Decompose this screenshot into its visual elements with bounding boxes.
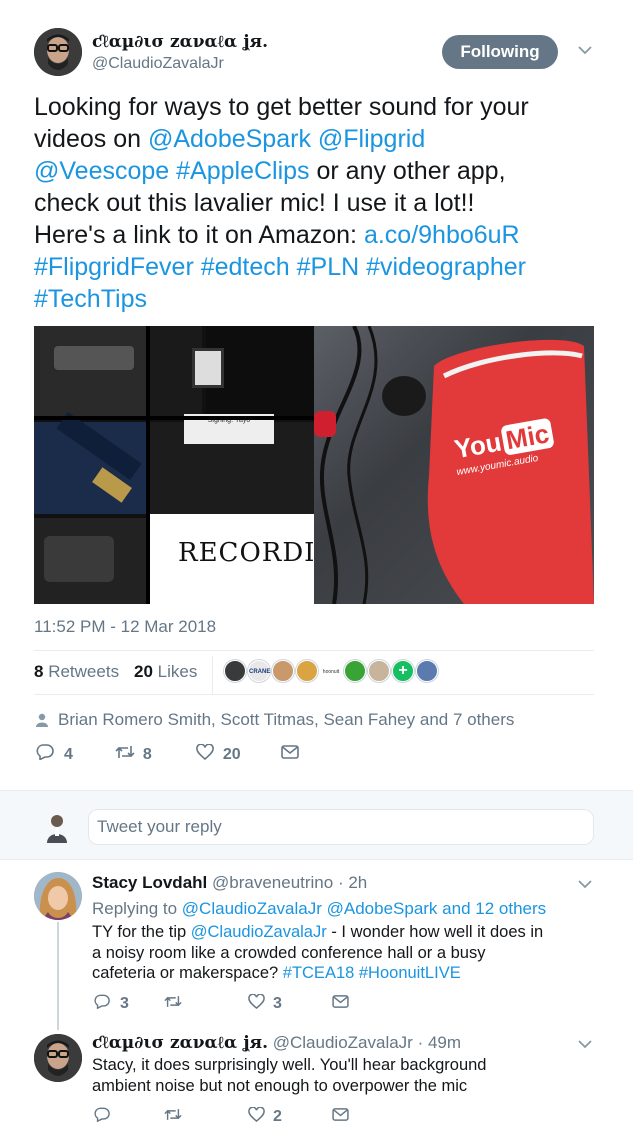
reply-time[interactable]: · 49m bbox=[418, 1033, 461, 1052]
reply-action[interactable]: 4 bbox=[36, 744, 73, 765]
following-button[interactable]: Following bbox=[442, 35, 558, 69]
liker-avatar[interactable]: hoonuit bbox=[320, 660, 342, 682]
hashtag-link[interactable]: #TechTips bbox=[34, 285, 147, 313]
divider bbox=[34, 694, 594, 695]
author-handle[interactable]: @ClaudioZavalaJr bbox=[92, 55, 224, 73]
reply-line: Stacy, it does surprisingly well. You'll… bbox=[92, 1056, 487, 1074]
tweet-line: videos on @AdobeSpark @Flipgrid bbox=[34, 125, 426, 153]
reply-avatar[interactable] bbox=[34, 872, 82, 920]
reply-author-name[interactable]: ƈℓαµ∂ισ zαναℓα ʝя. bbox=[92, 1033, 268, 1053]
reply-actions: 3 3 bbox=[94, 993, 349, 1014]
reply-action[interactable]: 3 bbox=[94, 994, 164, 1014]
reply-icon bbox=[94, 994, 110, 1014]
retweet-action[interactable] bbox=[164, 994, 248, 1014]
media-right-photo: YouMic www.youmic.audio bbox=[314, 326, 594, 604]
divider bbox=[34, 650, 594, 651]
liker-avatar[interactable] bbox=[224, 660, 246, 682]
chevron-down-icon[interactable] bbox=[578, 1036, 592, 1052]
direct-message-action[interactable] bbox=[332, 1108, 349, 1126]
tweet-line: check out this lavalier mic! I use it a … bbox=[34, 189, 475, 217]
reply-text: TY for the tip @ClaudioZavalaJr - I wond… bbox=[92, 922, 612, 984]
envelope-icon bbox=[280, 745, 299, 764]
replying-to-links[interactable]: @ClaudioZavalaJr @AdobeSpark bbox=[182, 899, 438, 918]
mention-link[interactable]: @Veescope #AppleClips bbox=[34, 157, 310, 185]
direct-message-action[interactable] bbox=[280, 745, 299, 764]
liker-avatar[interactable] bbox=[296, 660, 318, 682]
media-left-collage: Signing: Yayo RECORDING TI bbox=[34, 326, 399, 604]
mention-link[interactable]: @ClaudioZavalaJr bbox=[191, 923, 327, 941]
retweets-stat[interactable]: 8 Retweets bbox=[34, 662, 119, 682]
reply-author-handle[interactable]: @braveneutrino bbox=[212, 873, 333, 892]
tweet-line: Here's a link to it on Amazon: a.co/9hbo… bbox=[34, 221, 520, 249]
reply-action[interactable] bbox=[94, 1107, 164, 1127]
person-icon bbox=[36, 713, 48, 727]
reply-line: a noisy room like a crowded conference h… bbox=[92, 943, 486, 962]
author-avatar[interactable] bbox=[34, 28, 82, 76]
liker-avatar[interactable] bbox=[272, 660, 294, 682]
reply-actions: 2 bbox=[94, 1106, 349, 1127]
liked-by-row[interactable]: Brian Romero Smith, Scott Titmas, Sean F… bbox=[36, 710, 514, 730]
liker-avatar[interactable] bbox=[416, 660, 438, 682]
tweet-timestamp[interactable]: 11:52 PM - 12 Mar 2018 bbox=[34, 617, 216, 637]
reply-author-name[interactable]: Stacy Lovdahl bbox=[92, 873, 207, 892]
reply-text: Stacy, it does surprisingly well. You'll… bbox=[92, 1055, 612, 1096]
reply-author-handle[interactable]: @ClaudioZavalaJr bbox=[273, 1033, 413, 1052]
envelope-icon bbox=[332, 995, 349, 1013]
my-avatar bbox=[44, 813, 70, 843]
retweet-action[interactable] bbox=[164, 1107, 248, 1127]
like-action[interactable]: 3 bbox=[248, 993, 332, 1014]
heart-icon bbox=[196, 743, 214, 765]
mention-link[interactable]: @AdobeSpark @Flipgrid bbox=[148, 125, 425, 153]
reply-time[interactable]: · 2h bbox=[338, 873, 367, 892]
retweet-icon bbox=[115, 744, 135, 765]
stat-separator bbox=[212, 656, 213, 694]
replying-to: Replying to @ClaudioZavalaJr @AdobeSpark… bbox=[92, 899, 547, 918]
amazon-link[interactable]: a.co/9hbo6uR bbox=[364, 221, 520, 249]
heart-icon bbox=[248, 993, 265, 1014]
reply-avatar[interactable] bbox=[34, 1034, 82, 1082]
heart-icon bbox=[248, 1106, 265, 1127]
tweet-media[interactable]: Signing: Yayo RECORDING TI YouMic www.yo… bbox=[34, 326, 594, 604]
liker-avatar[interactable]: CRANE bbox=[248, 660, 270, 682]
hashtag-links[interactable]: #TCEA18 #HoonuitLIVE bbox=[283, 964, 461, 982]
direct-message-action[interactable] bbox=[332, 995, 349, 1013]
reply-line: TY for the tip @ClaudioZavalaJr - I wond… bbox=[92, 923, 544, 941]
reply-header: Stacy Lovdahl @braveneutrino · 2h bbox=[92, 873, 367, 893]
reply-icon bbox=[94, 1107, 110, 1127]
retweet-icon bbox=[164, 994, 182, 1014]
tweet-actions: 4 8 20 bbox=[36, 743, 299, 765]
tweet-line: #TechTips bbox=[34, 283, 614, 315]
retweet-icon bbox=[164, 1107, 182, 1127]
thread-line bbox=[57, 922, 59, 1030]
hashtag-links[interactable]: #FlipgridFever #edtech #PLN #videographe… bbox=[34, 253, 526, 281]
tweet-text: Looking for ways to get better sound for… bbox=[34, 91, 614, 315]
reply-line: ambient noise but not enough to overpowe… bbox=[92, 1076, 468, 1095]
chevron-down-icon[interactable] bbox=[578, 876, 592, 892]
reply-line: cafeteria or makerspace? #TCEA18 #Hoonui… bbox=[92, 964, 461, 982]
reply-composer: Tweet your reply bbox=[0, 790, 633, 860]
liker-avatar[interactable] bbox=[344, 660, 366, 682]
like-action[interactable]: 2 bbox=[248, 1106, 332, 1127]
author-name[interactable]: ƈℓαµ∂ισ zαναℓα ʝя. bbox=[92, 32, 268, 52]
likes-stat[interactable]: 20 Likes bbox=[134, 662, 197, 682]
liker-avatars: CRANE hoonuit + bbox=[224, 660, 440, 682]
like-action[interactable]: 20 bbox=[196, 743, 241, 765]
liked-by-text: Brian Romero Smith, Scott Titmas, Sean F… bbox=[58, 710, 515, 729]
reply-header: ƈℓαµ∂ισ zαναℓα ʝя. @ClaudioZavalaJr · 49… bbox=[92, 1033, 461, 1053]
tweet-line: #FlipgridFever #edtech #PLN #videographe… bbox=[34, 251, 614, 283]
liker-avatar[interactable]: + bbox=[392, 660, 414, 682]
reply-icon bbox=[36, 744, 54, 765]
reply-input[interactable]: Tweet your reply bbox=[88, 809, 594, 845]
chevron-down-icon[interactable] bbox=[578, 42, 592, 58]
tweet-line: Looking for ways to get better sound for… bbox=[34, 93, 529, 121]
envelope-icon bbox=[332, 1108, 349, 1126]
tweet-line: @Veescope #AppleClips or any other app, bbox=[34, 157, 506, 185]
replying-to-others[interactable]: and 12 others bbox=[442, 899, 546, 918]
liker-avatar[interactable] bbox=[368, 660, 390, 682]
retweet-action[interactable]: 8 bbox=[115, 744, 152, 765]
